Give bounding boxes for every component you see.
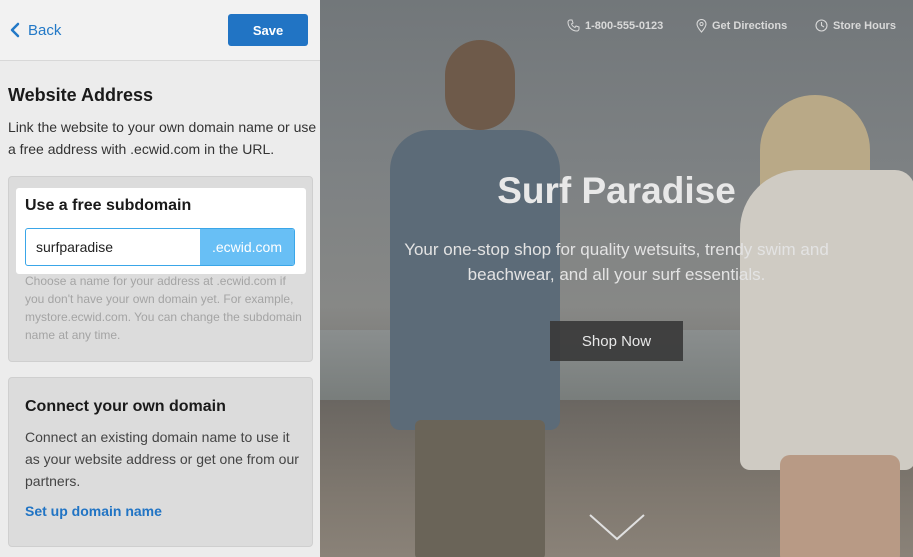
chevron-down-icon[interactable] [588,512,646,542]
nav-hours-label: Store Hours [833,19,896,32]
back-label: Back [28,21,62,39]
hero-subtitle: Your one-stop shop for quality wetsuits,… [404,240,829,284]
subdomain-suffix: .ecwid.com [200,229,294,265]
nav-phone[interactable]: 1-800-555-0123 [567,19,663,32]
man-figure-legs [415,420,545,557]
own-domain-description: Connect an existing domain name to use i… [25,429,299,489]
subdomain-hint: Choose a name for your address at .ecwid… [25,274,302,342]
section-description: Link the website to your own domain name… [8,119,317,157]
subdomain-field: .ecwid.com [25,228,295,266]
panel-topbar: Back Save [0,0,320,61]
subdomain-input[interactable] [26,229,218,265]
nav-phone-label: 1-800-555-0123 [585,19,664,32]
settings-panel: Back Save Website Address Link the websi… [0,0,320,557]
location-pin-icon [696,19,707,33]
back-button[interactable]: Back [10,19,61,41]
own-domain-card: Connect your own domain Connect an exist… [8,377,313,547]
man-figure-head [445,40,515,130]
own-domain-title: Connect your own domain [25,398,226,415]
phone-icon [567,19,580,32]
nav-hours[interactable]: Store Hours [815,19,896,32]
subdomain-highlight: Use a free subdomain .ecwid.com [16,188,306,274]
shop-now-button[interactable]: Shop Now [550,321,683,361]
nav-directions-label: Get Directions [712,20,788,32]
save-button[interactable]: Save [228,14,308,46]
clock-icon [815,19,828,32]
store-preview: 1-800-555-0123 Get Directions Store Hour… [320,0,913,557]
subdomain-title: Use a free subdomain [25,197,192,214]
woman-figure-legs [780,455,900,557]
nav-directions[interactable]: Get Directions [696,19,787,33]
hero-title: Surf Paradise [497,170,736,211]
chevron-left-icon [10,22,20,38]
woman-figure-body [740,170,913,470]
page-title: Website Address [8,85,154,105]
setup-domain-link[interactable]: Set up domain name [25,503,162,519]
